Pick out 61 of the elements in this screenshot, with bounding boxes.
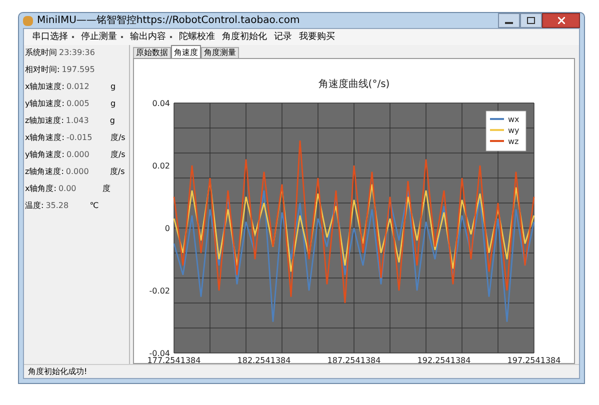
status-text: 角度初始化成功! (28, 366, 88, 378)
reading-value: 0.005 (66, 98, 90, 110)
maximize-button[interactable] (520, 13, 542, 28)
reading-unit: 度/s (110, 132, 126, 144)
app-icon (23, 16, 33, 26)
close-button[interactable] (542, 13, 580, 28)
chart-legend (486, 110, 526, 152)
legend-label: wx (508, 115, 520, 124)
reading-label: 系统时间 (25, 47, 57, 59)
close-icon (558, 17, 564, 24)
reading-value: 0.012 (66, 81, 90, 93)
y-tick-label: 0 (164, 224, 170, 233)
menu-item[interactable]: 记录 (274, 32, 292, 42)
reading-unit: g (110, 81, 116, 93)
reading-unit: 度 (102, 183, 110, 195)
legend-label: wy (508, 126, 520, 135)
reading-label: z轴角速度: (25, 166, 64, 178)
menu-item[interactable]: 输出内容 (130, 32, 166, 42)
y-tick-label: -0.02 (149, 286, 170, 296)
reading-value: 197.595 (62, 64, 96, 76)
reading-label: x轴加速度: (25, 81, 64, 93)
menu-item[interactable]: 串口选择 (32, 32, 68, 42)
menu-item[interactable]: 角度初始化 (222, 32, 267, 42)
tab[interactable]: 角度测量 (201, 47, 239, 58)
x-tick-label: 187.2541384 (327, 356, 381, 363)
reading-unit: 度/s (110, 149, 126, 161)
reading-label: x轴角度: (25, 183, 56, 195)
y-tick-label: 0.02 (152, 162, 170, 170)
x-tick-label: 197.2541384 (507, 356, 561, 363)
reading-unit: g (110, 115, 115, 127)
reading-label: y轴角速度: (25, 149, 64, 161)
reading-unit: ℃ (90, 200, 99, 212)
x-tick-label: 182.2541384 (237, 356, 291, 363)
legend-label: wz (508, 137, 519, 146)
reading-value: 0.000 (66, 149, 90, 161)
reading-label: z轴加速度: (25, 115, 64, 127)
reading-label: 相对时间: (25, 64, 60, 76)
x-tick-label: 192.2541384 (417, 356, 471, 363)
minimize-button[interactable] (498, 13, 520, 28)
reading-value: 0.000 (66, 166, 90, 178)
reading-value: 35.28 (46, 200, 70, 212)
reading-value: -0.015 (66, 132, 94, 144)
window-title: MiniIMU——铭智智控https://RobotControl.taobao.com (37, 14, 300, 28)
reading-label: x轴角速度: (25, 132, 64, 144)
tab[interactable]: 角速度 (171, 45, 201, 58)
tab[interactable]: 原始数据 (133, 47, 171, 58)
y-tick-label: -0.04 (149, 349, 170, 358)
reading-value: 1.043 (66, 115, 90, 127)
y-tick-label: 0.04 (152, 99, 170, 108)
reading-value: 0.00 (58, 183, 78, 195)
chart-title: 角速度曲线(°/s) (318, 79, 390, 90)
maximize-icon (527, 17, 535, 24)
reading-label: 温度: (25, 200, 44, 212)
menu-item[interactable]: 陀螺校准 (179, 32, 215, 42)
reading-unit: 度/s (110, 166, 125, 178)
menu-item[interactable]: 停止测量 (81, 32, 117, 42)
reading-unit: g (110, 98, 116, 110)
x-tick-label: 177.2541384 (147, 356, 201, 363)
reading-label: y轴加速度: (25, 98, 64, 110)
menu-item[interactable]: 我要购买 (299, 32, 335, 42)
reading-value: 23:39:36 (59, 47, 96, 59)
